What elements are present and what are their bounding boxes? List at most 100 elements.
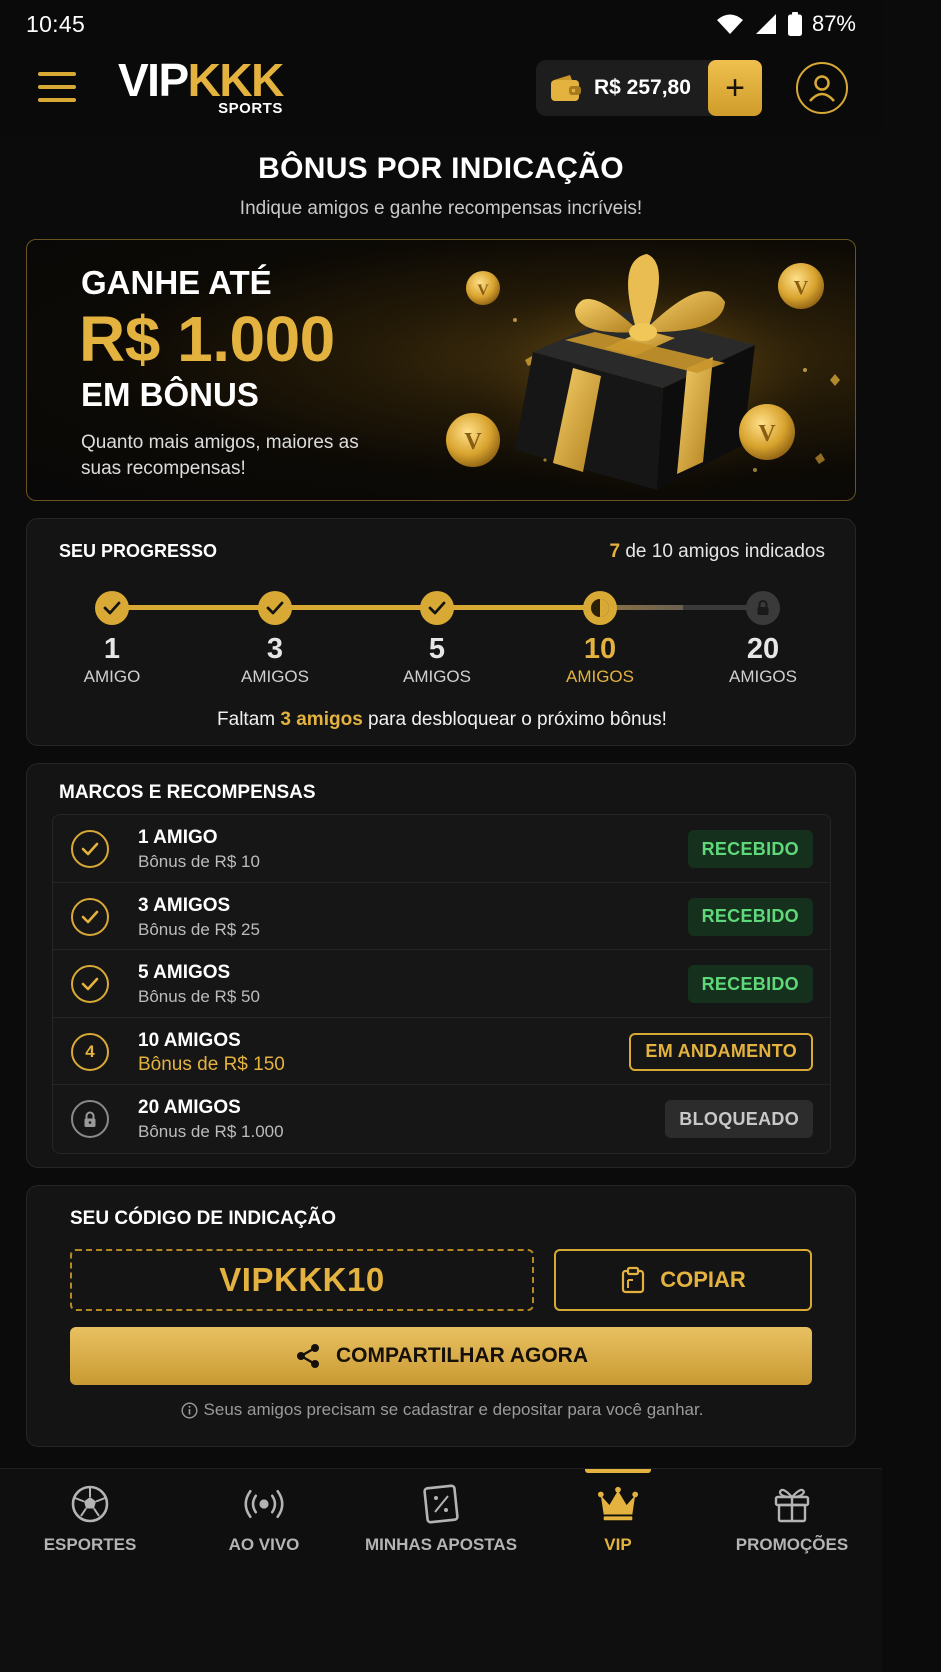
status-badge: EM ANDAMENTO: [629, 1032, 813, 1071]
share-button-label: COMPARTILHAR AGORA: [336, 1344, 588, 1367]
nav-promocoes[interactable]: PROMOÇÕES: [702, 1469, 882, 1569]
bottom-navigation: ESPORTES AO VIVO MINHAS APOSTAS VIP PROM…: [0, 1468, 882, 1672]
milestone-label: AMIGO: [83, 667, 141, 686]
progress-count: 7 de 10 amigos indicados: [610, 541, 826, 563]
hero-line-3: EM BÔNUS: [81, 376, 259, 413]
nav-vip[interactable]: VIP: [528, 1469, 708, 1569]
step-number-icon: 4: [71, 1032, 109, 1071]
clipboard-icon: [622, 1266, 645, 1294]
status-badge: RECEBIDO: [687, 830, 813, 868]
reward-row-10-amigos: 4 10 AMIGOS Bônus de R$ 150 EM ANDAMENTO: [53, 1018, 830, 1086]
bet-slip-icon: [420, 1483, 462, 1525]
milestone-label: AMIGOS: [240, 667, 309, 686]
gift-box-illustration: V V V V: [445, 250, 845, 500]
progress-card: SEU PROGRESSO 7 de 10 amigos indicados 1…: [26, 518, 856, 746]
nav-label: PROMOÇÕES: [735, 1535, 849, 1554]
status-time: 10:45: [26, 10, 86, 37]
milestone-number: 1: [103, 633, 121, 665]
wallet-balance[interactable]: R$ 257,80 +: [536, 60, 762, 116]
deposit-add-button[interactable]: +: [708, 60, 762, 116]
reward-row-3-amigos: 3 AMIGOS Bônus de R$ 25 RECEBIDO: [53, 883, 830, 951]
milestone-label: AMIGOS: [728, 667, 797, 686]
referral-code-field[interactable]: VIPKKK10: [70, 1249, 534, 1311]
reward-bonus: Bônus de R$ 150: [138, 1053, 285, 1075]
milestone-3: 3 AMIGOS: [215, 591, 335, 687]
lock-icon: [71, 1100, 109, 1139]
milestone-number: 10: [583, 633, 617, 665]
milestone-label: AMIGOS: [402, 667, 471, 686]
info-icon: [181, 1401, 198, 1419]
hero-description: Quanto mais amigos, maiores as suas reco…: [81, 432, 359, 479]
hero-line-1: GANHE ATÉ: [81, 264, 272, 301]
balance-amount: R$ 257,80: [594, 76, 691, 99]
milestone-number: 5: [428, 633, 446, 665]
reward-name: 3 AMIGOS: [138, 894, 231, 916]
page-title: BÔNUS POR INDICAÇÃO: [258, 152, 624, 185]
user-icon: [809, 75, 835, 102]
reward-bonus: Bônus de R$ 10: [138, 852, 260, 871]
logo-text-kkk: KKK: [187, 54, 285, 106]
milestone-5: 5 AMIGOS: [377, 591, 497, 687]
app-header: VIPKKK SPORTS R$ 257,80 +: [0, 48, 882, 134]
profile-avatar-button[interactable]: [796, 62, 848, 114]
progress-current-count: 7: [609, 541, 621, 562]
reward-name: 20 AMIGOS: [138, 1097, 241, 1119]
check-icon: [71, 897, 109, 936]
vipkkk-logo[interactable]: VIPKKK SPORTS: [118, 54, 285, 117]
active-tab-indicator: [585, 1469, 651, 1473]
svg-text:V: V: [794, 277, 809, 299]
crown-icon: [597, 1483, 639, 1525]
copy-code-button[interactable]: COPIAR: [554, 1249, 812, 1311]
referral-code-card: SEU CÓDIGO DE INDICAÇÃO VIPKKK10 COPIAR …: [26, 1185, 856, 1447]
share-icon: [297, 1344, 319, 1368]
menu-icon[interactable]: [38, 72, 76, 102]
referral-note: Seus amigos precisam se cadastrar e depo…: [27, 1400, 857, 1420]
check-icon: [420, 591, 454, 625]
milestone-10: 10 AMIGOS: [540, 591, 660, 687]
referral-note-text: Seus amigos precisam se cadastrar e depo…: [203, 1400, 704, 1419]
wifi-icon: [716, 13, 744, 35]
nav-esportes[interactable]: ESPORTES: [0, 1469, 180, 1569]
progress-track-filled: [113, 605, 601, 610]
reward-row-5-amigos: 5 AMIGOS Bônus de R$ 50 RECEBIDO: [53, 950, 830, 1018]
page-subtitle: Indique amigos e ganhe recompensas incrí…: [239, 198, 643, 219]
status-bar: 10:45 87%: [0, 0, 882, 48]
progress-message: Faltam 3 amigos para desbloquear o próxi…: [27, 709, 857, 731]
rewards-title: MARCOS E RECOMPENSAS: [59, 782, 316, 803]
reward-bonus: Bônus de R$ 1.000: [138, 1122, 284, 1142]
hero-amount: R$ 1.000: [79, 303, 335, 375]
referral-code-title: SEU CÓDIGO DE INDICAÇÃO: [70, 1208, 337, 1229]
check-icon: [258, 591, 292, 625]
svg-text:V: V: [477, 282, 489, 299]
progress-title: SEU PROGRESSO: [59, 541, 218, 561]
reward-name: 10 AMIGOS: [138, 1029, 241, 1051]
nav-ao-vivo[interactable]: AO VIVO: [174, 1469, 354, 1569]
check-icon: [71, 965, 109, 1004]
share-now-button[interactable]: COMPARTILHAR AGORA: [70, 1327, 812, 1385]
progress-message-highlight: 3 amigos: [280, 709, 363, 730]
in-progress-icon: [583, 591, 617, 625]
logo-text-vip: VIP: [118, 54, 189, 106]
gift-icon: [771, 1483, 813, 1525]
status-indicators: 87%: [716, 11, 856, 37]
svg-text:V: V: [464, 429, 482, 455]
milestone-label: AMIGOS: [565, 667, 634, 686]
status-badge: RECEBIDO: [687, 897, 813, 936]
milestone-number: 3: [266, 633, 284, 665]
status-badge: BLOQUEADO: [665, 1100, 813, 1139]
milestone-number: 20: [746, 633, 780, 665]
reward-bonus: Bônus de R$ 50: [138, 987, 260, 1007]
copy-button-label: COPIAR: [660, 1267, 746, 1292]
nav-label: MINHAS APOSTAS: [364, 1535, 518, 1554]
progress-message-post: para desbloquear o próximo bônus!: [362, 709, 667, 730]
nav-label: AO VIVO: [228, 1535, 300, 1554]
signal-icon: [754, 13, 778, 35]
referral-hero-banner: GANHE ATÉ R$ 1.000 EM BÔNUS Quanto mais …: [26, 239, 856, 501]
milestone-1: 1 AMIGO: [52, 591, 172, 687]
nav-label: VIP: [604, 1535, 632, 1554]
check-icon: [71, 830, 109, 868]
battery-icon: [787, 12, 802, 36]
nav-label: ESPORTES: [43, 1535, 137, 1554]
nav-minhas-apostas[interactable]: MINHAS APOSTAS: [350, 1469, 532, 1569]
battery-level: 87%: [811, 11, 856, 36]
